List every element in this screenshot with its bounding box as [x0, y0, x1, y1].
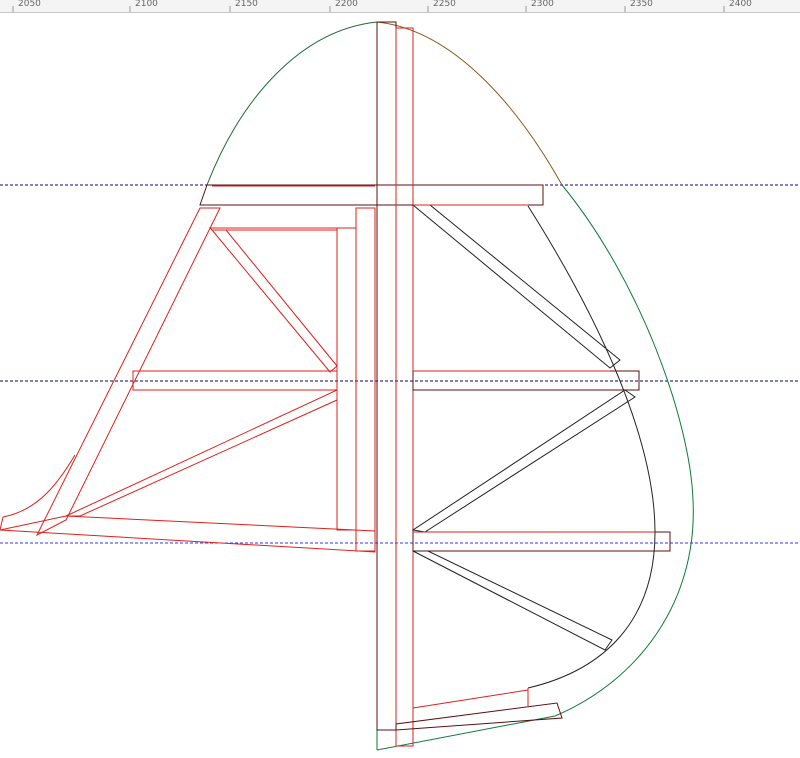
- top-rib[interactable]: [199, 184, 544, 206]
- fin-inner-spar[interactable]: [336, 227, 357, 531]
- rudder-post[interactable]: [376, 21, 397, 731]
- fin-brace-lower[interactable]: [65, 389, 338, 517]
- rudder-rib-lower[interactable]: [412, 531, 671, 552]
- rudder-brace-1[interactable]: [411, 204, 621, 369]
- tip-curve-left[interactable]: [206, 21, 378, 186]
- ruler-label-2100: 2100: [135, 0, 158, 9]
- ruler-label-2400: 2400: [729, 0, 752, 9]
- rudder-outer-outline[interactable]: [376, 184, 694, 751]
- horizontal-ruler[interactable]: 2050 2100 2150 2200 2250 2300 2350 2400: [0, 0, 800, 13]
- ruler-label-2250: 2250: [433, 0, 456, 9]
- rudder-brace-2[interactable]: [411, 389, 636, 533]
- fin-leading-edge-inner[interactable]: [208, 227, 338, 231]
- ruler-label-2150: 2150: [235, 0, 258, 9]
- ruler-ticks: [12, 6, 725, 12]
- fin-bottom-rib[interactable]: [0, 515, 376, 553]
- tip-curve-right[interactable]: [376, 21, 563, 186]
- rudder-inner-outline[interactable]: [527, 205, 656, 689]
- rudder-brace-3[interactable]: [412, 550, 613, 651]
- ruler-label-2200: 2200: [335, 0, 358, 9]
- rudder-bottom-rib-red[interactable]: [412, 689, 529, 709]
- fin-bottom-fairing[interactable]: [2, 454, 76, 518]
- drawing-canvas[interactable]: [0, 13, 800, 758]
- ruler-label-2050: 2050: [18, 0, 41, 9]
- fin-brace-upper[interactable]: [210, 229, 338, 373]
- fin-rear-spar[interactable]: [355, 207, 376, 552]
- ruler-label-2300: 2300: [531, 0, 554, 9]
- ruler-label-2350: 2350: [630, 0, 653, 9]
- rudder-post-red[interactable]: [395, 27, 414, 747]
- fin-bottom-fairing-close[interactable]: [0, 516, 4, 531]
